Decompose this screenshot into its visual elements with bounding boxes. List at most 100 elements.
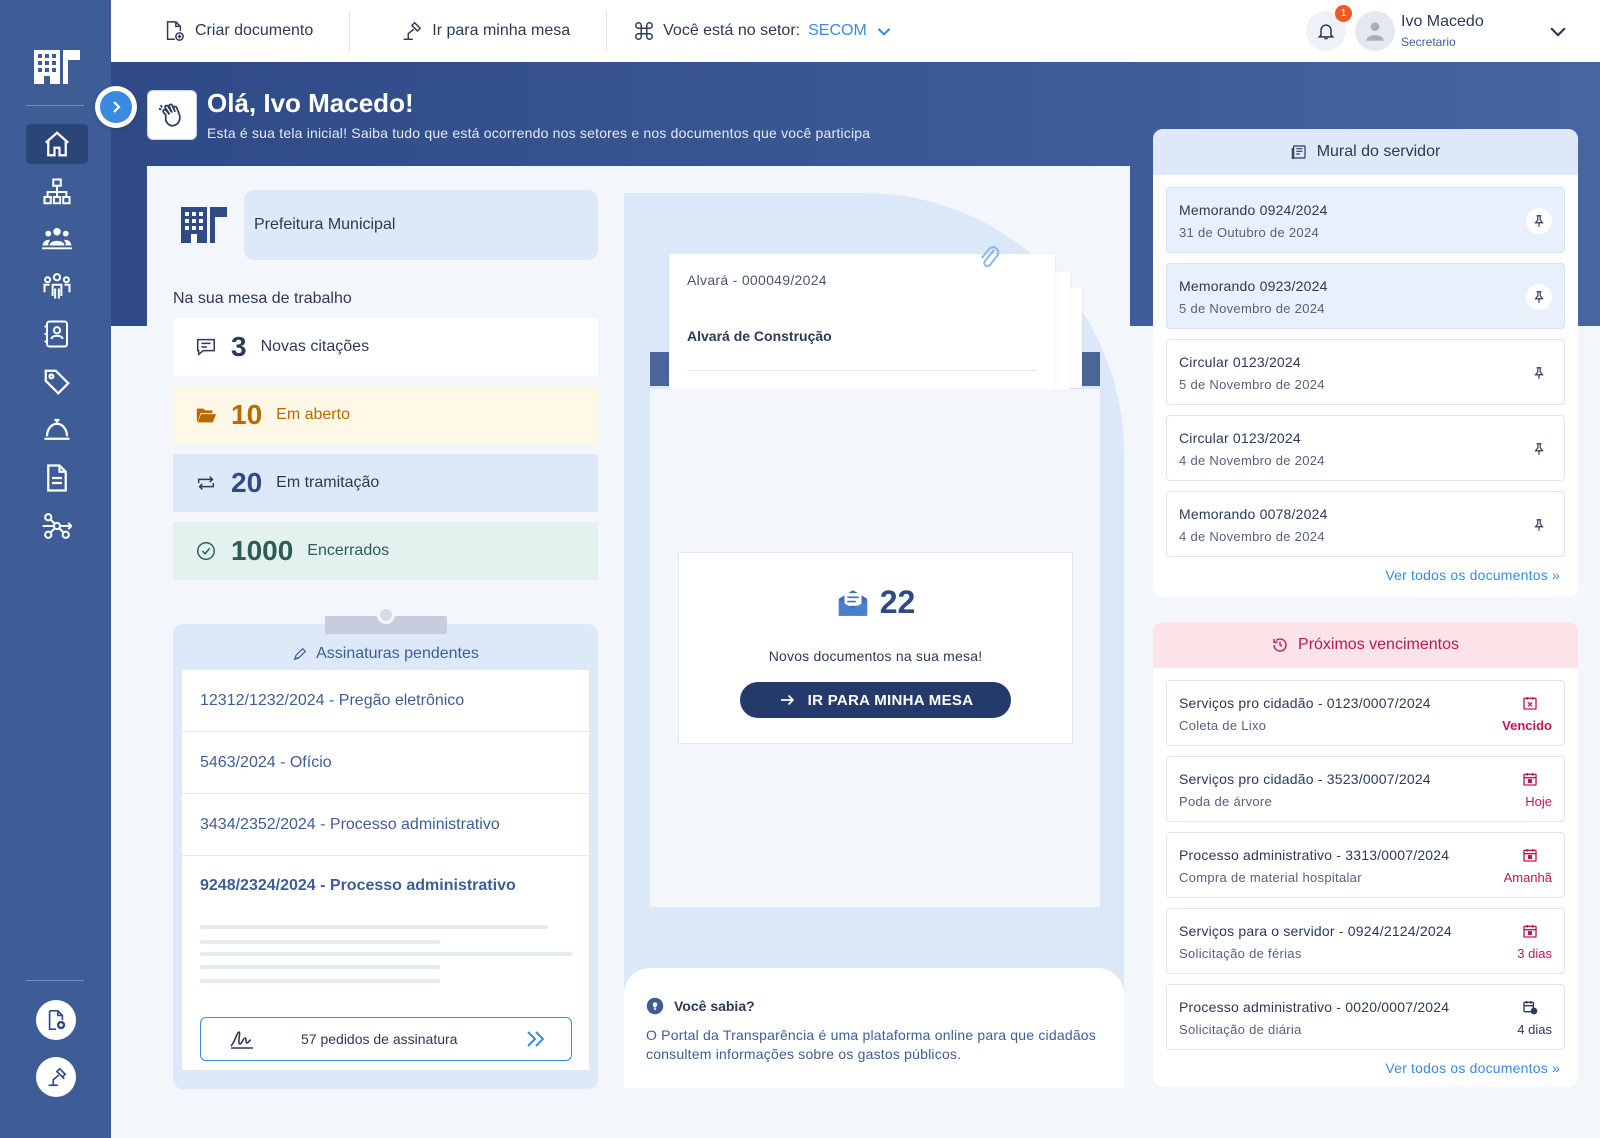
- mural-item-title: Memorando 0923/2024: [1179, 278, 1328, 294]
- desk-lamp-icon: [403, 21, 422, 40]
- pin-icon[interactable]: [1526, 512, 1552, 538]
- mural-item[interactable]: Circular 0123/2024 4 de Novembro de 2024: [1166, 415, 1565, 481]
- mural-item[interactable]: Memorando 0078/2024 4 de Novembro de 202…: [1166, 491, 1565, 557]
- signature-requests-button[interactable]: 57 pedidos de assinatura: [200, 1017, 572, 1061]
- deadline-item[interactable]: Serviços pro cidadão - 3523/0007/2024 Po…: [1166, 756, 1565, 822]
- deadline-item[interactable]: Processo administrativo - 3313/0007/2024…: [1166, 832, 1565, 898]
- pin-icon[interactable]: [1526, 436, 1552, 462]
- sidebar-item-org-chart[interactable]: [26, 172, 88, 212]
- create-document-label: Criar documento: [195, 22, 314, 39]
- deadline-item-title: Serviços pro cidadão - 0123/0007/2024: [1179, 695, 1431, 711]
- deadline-status: 4 dias: [1517, 1022, 1552, 1037]
- list-item[interactable]: 3434/2352/2024 - Processo administrativo: [182, 794, 589, 856]
- top-bar: Criar documento Ir para minha mesa Você …: [111, 0, 1600, 62]
- deadlines-see-all-link[interactable]: Ver todos os documentos »: [1153, 1060, 1578, 1076]
- command-icon: [635, 22, 654, 40]
- deadline-item[interactable]: Serviços pro cidadão - 0123/0007/2024 Co…: [1166, 680, 1565, 746]
- history-icon: [1273, 638, 1287, 652]
- calendar-x-icon: [1523, 697, 1537, 710]
- double-chevron-right-icon: »: [1552, 1060, 1560, 1076]
- stat-label: Em aberto: [276, 406, 350, 423]
- stat-number: 10: [231, 399, 263, 430]
- mural-see-all-link[interactable]: Ver todos os documentos »: [1153, 567, 1578, 583]
- mural-item-date: 31 de Outubro de 2024: [1179, 225, 1320, 240]
- stat-number: 20: [231, 467, 263, 498]
- mural-item[interactable]: Memorando 0923/2024 5 de Novembro de 202…: [1166, 263, 1565, 329]
- pin-icon[interactable]: [1526, 360, 1552, 386]
- document-icon: [47, 464, 67, 492]
- list-item[interactable]: 12312/1232/2024 - Pregão eletrônico: [182, 670, 589, 732]
- sidebar-go-desk-button[interactable]: [36, 1057, 76, 1097]
- mural-item-title: Circular 0123/2024: [1179, 354, 1301, 370]
- deadlines-header: Próximos vencimentos: [1153, 622, 1578, 668]
- sidebar-item-teams[interactable]: [26, 266, 88, 306]
- sidebar-item-home[interactable]: [26, 124, 88, 164]
- waving-hand-icon: [147, 90, 197, 140]
- pin-icon[interactable]: [1526, 208, 1552, 234]
- pin-icon[interactable]: [1526, 284, 1552, 310]
- mural-item-date: 5 de Novembro de 2024: [1179, 301, 1325, 316]
- paperclip-icon: [981, 246, 1000, 268]
- stat-open[interactable]: 10 Em aberto: [173, 386, 598, 444]
- deadline-item[interactable]: Processo administrativo - 0020/0007/2024…: [1166, 984, 1565, 1050]
- mural-item[interactable]: Circular 0123/2024 5 de Novembro de 2024: [1166, 339, 1565, 405]
- stat-number: 1000: [231, 535, 294, 566]
- calendar-icon: [1523, 925, 1537, 938]
- avatar[interactable]: [1355, 11, 1395, 51]
- page-subtitle: Esta é sua tela inicial! Saiba tudo que …: [207, 125, 871, 141]
- list-item-selected[interactable]: 9248/2324/2024 - Processo administrativo: [182, 856, 589, 916]
- desk-lamp-icon: [48, 1067, 67, 1087]
- document-number: Alvará - 000049/2024: [687, 272, 827, 288]
- stat-new-citations[interactable]: 3 Novas citações: [173, 318, 598, 376]
- mural-header: Mural do servidor: [1153, 129, 1578, 175]
- comment-icon: [197, 338, 215, 356]
- user-role: Secretario: [1401, 35, 1456, 49]
- deadline-item-title: Serviços para o servidor - 0924/2124/202…: [1179, 923, 1452, 939]
- deadline-item-subtitle: Compra de material hospitalar: [1179, 870, 1362, 885]
- pending-signatures-label: Assinaturas pendentes: [316, 645, 479, 662]
- user-menu-chevron-icon[interactable]: [1547, 20, 1569, 42]
- deadlines-title: Próximos vencimentos: [1298, 636, 1459, 653]
- newspaper-icon: [1291, 145, 1306, 159]
- sidebar-divider-bottom: [26, 980, 84, 981]
- deadlines-panel: Próximos vencimentos Serviços pro cidadã…: [1153, 622, 1578, 1087]
- sidebar-item-tags[interactable]: [26, 362, 88, 402]
- go-to-desk-link[interactable]: Ir para minha mesa: [350, 0, 606, 62]
- arrow-right-icon: [780, 694, 794, 706]
- sidebar-item-documents[interactable]: [26, 458, 88, 498]
- sidebar-item-workflow[interactable]: [26, 506, 88, 546]
- skeleton-line: [200, 952, 572, 956]
- deadline-item-subtitle: Solicitação de férias: [1179, 946, 1302, 961]
- mural-item-title: Circular 0123/2024: [1179, 430, 1301, 446]
- list-item[interactable]: 5463/2024 - Ofício: [182, 732, 589, 794]
- clipboard-clip-hole: [377, 606, 395, 624]
- check-circle-icon: [197, 542, 215, 560]
- sidebar-item-users[interactable]: [26, 218, 88, 258]
- create-document-link[interactable]: Criar documento: [111, 0, 349, 62]
- document-divider: [687, 370, 1037, 371]
- notifications-button[interactable]: 1: [1306, 5, 1352, 51]
- deadline-item-title: Processo administrativo - 3313/0007/2024: [1179, 847, 1450, 863]
- new-documents-count: 22: [678, 584, 1073, 621]
- skeleton-line: [200, 965, 440, 969]
- mail-open-icon: [838, 589, 867, 616]
- stat-in-transit[interactable]: 20 Em tramitação: [173, 454, 598, 512]
- signature-requests-label: 57 pedidos de assinatura: [301, 1031, 458, 1047]
- sidebar-expand-button[interactable]: [95, 86, 137, 128]
- bell-icon: [1317, 24, 1335, 40]
- contact-card-icon: [44, 320, 68, 348]
- file-add-icon: [166, 21, 184, 41]
- mural-item[interactable]: Memorando 0924/2024 31 de Outubro de 202…: [1166, 187, 1565, 253]
- sector-selector[interactable]: Você está no setor: SECOM: [607, 0, 929, 62]
- go-to-desk-button[interactable]: IR PARA MINHA MESA: [740, 682, 1011, 718]
- sidebar-create-document-button[interactable]: [36, 1000, 76, 1040]
- new-documents-label: Novos documentos na sua mesa!: [768, 648, 983, 664]
- sidebar-item-services[interactable]: [26, 410, 88, 450]
- sidebar-item-contacts[interactable]: [26, 314, 88, 354]
- deadline-item-title: Serviços pro cidadão - 3523/0007/2024: [1179, 771, 1431, 787]
- teams-icon: [43, 273, 71, 299]
- deadline-status: Hoje: [1525, 794, 1552, 809]
- deadline-status: 3 dias: [1517, 946, 1552, 961]
- stat-closed[interactable]: 1000 Encerrados: [173, 522, 598, 580]
- deadline-item[interactable]: Serviços para o servidor - 0924/2124/202…: [1166, 908, 1565, 974]
